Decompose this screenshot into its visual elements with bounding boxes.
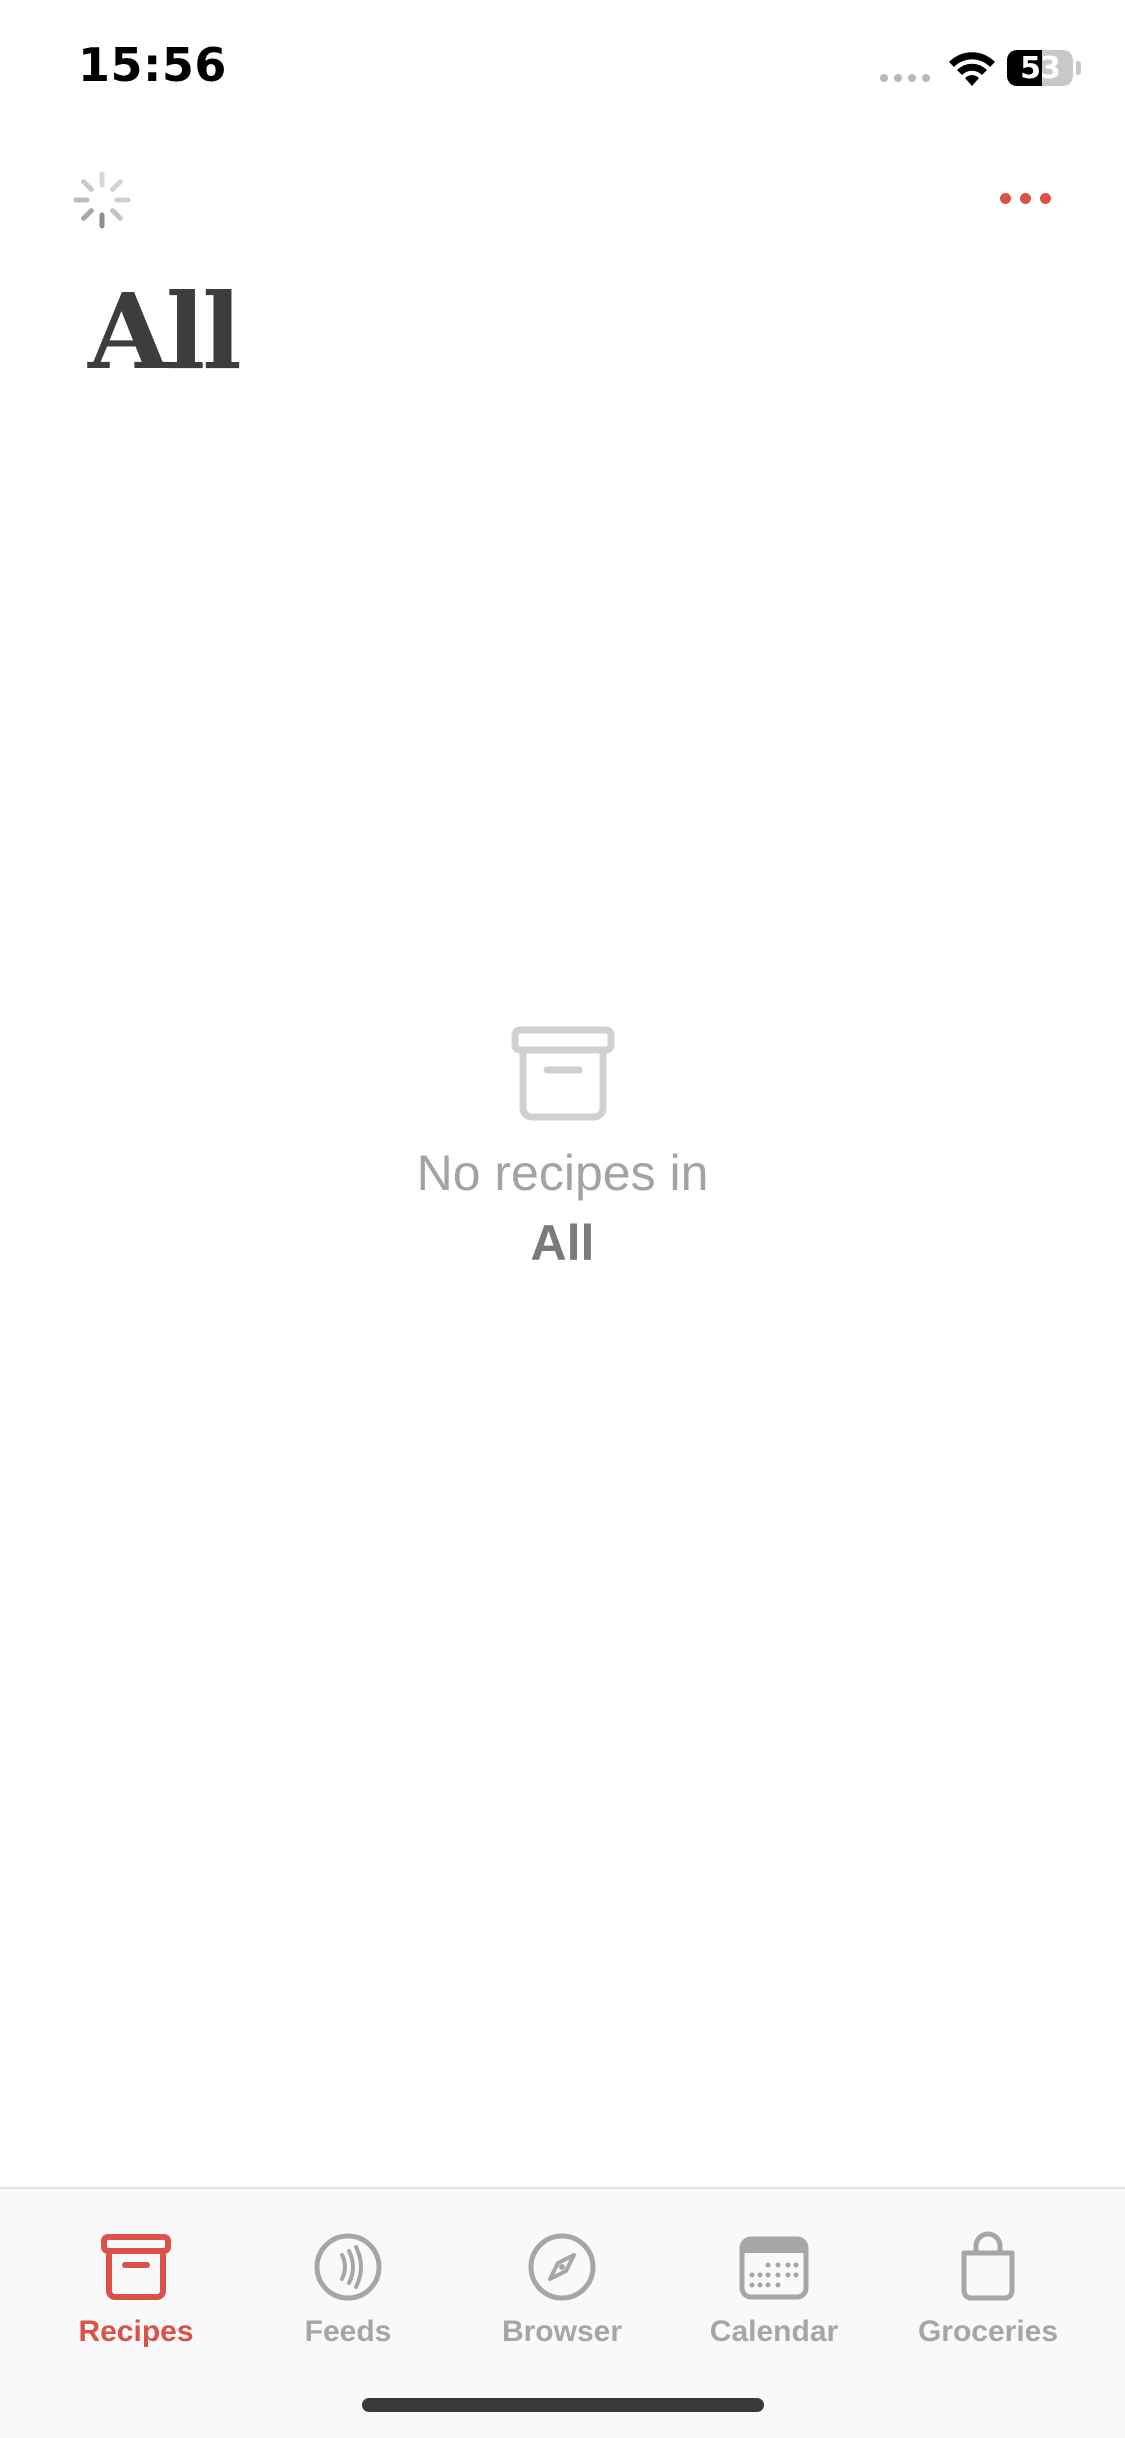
tab-recipes[interactable]: Recipes <box>36 2231 236 2361</box>
more-options-button[interactable] <box>996 186 1054 210</box>
archive-box-icon <box>511 1026 614 1121</box>
tab-calendar[interactable]: Calendar <box>674 2231 874 2361</box>
shopping-bag-icon <box>961 2231 1015 2301</box>
tab-label: Feeds <box>304 2315 392 2348</box>
tab-groceries[interactable]: Groceries <box>888 2231 1088 2361</box>
battery-icon: 53 <box>1007 50 1073 86</box>
tab-label: Groceries <box>917 2315 1059 2348</box>
empty-folder-name: All <box>530 1215 595 1271</box>
home-indicator[interactable] <box>362 2398 764 2412</box>
calendar-icon <box>739 2236 809 2300</box>
cellular-signal-icon <box>880 74 930 82</box>
status-time: 15:56 <box>78 38 227 92</box>
page-title: All <box>88 270 242 393</box>
feed-icon <box>314 2233 382 2301</box>
tab-label: Recipes <box>78 2315 194 2348</box>
tab-label: Calendar <box>709 2315 839 2348</box>
ellipsis-icon <box>999 192 1011 204</box>
archive-box-icon <box>101 2234 171 2300</box>
compass-icon <box>528 2233 596 2301</box>
tab-feeds[interactable]: Feeds <box>248 2231 448 2361</box>
empty-state: No recipes in All <box>0 1026 1125 1268</box>
battery-percent: 53 <box>1020 51 1061 86</box>
tab-browser[interactable]: Browser <box>462 2231 662 2361</box>
empty-message: No recipes in <box>416 1145 709 1201</box>
tab-label: Browser <box>501 2315 623 2348</box>
wifi-icon <box>949 52 995 86</box>
battery-tip <box>1076 61 1081 75</box>
spinner-icon <box>73 171 131 229</box>
status-bar: 15:56 53 <box>0 0 1125 140</box>
